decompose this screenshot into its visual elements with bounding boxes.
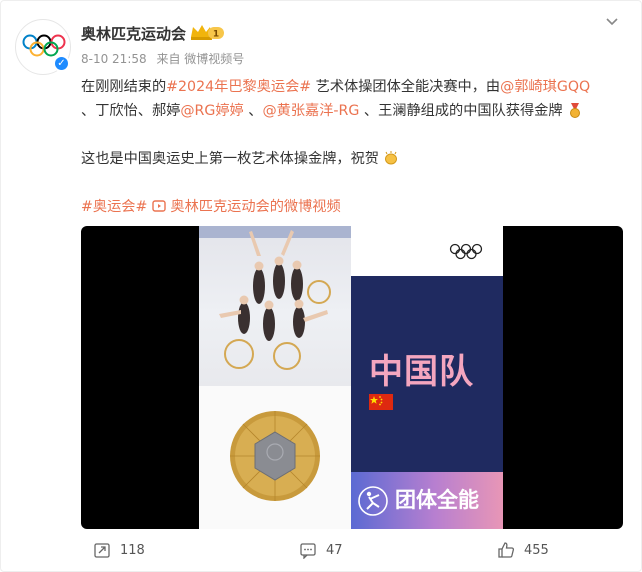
action-bar: 118 47 455 [1, 529, 642, 572]
china-flag-icon [369, 394, 393, 410]
video-team-panel: 中国队 [351, 276, 503, 472]
vip-crown-icon: 1 [191, 25, 224, 40]
olympic-rings-icon [449, 243, 483, 260]
like-count: 455 [524, 542, 549, 558]
repost-count: 118 [120, 542, 145, 558]
video-link-icon [152, 200, 166, 212]
gymnastics-photo [199, 226, 351, 386]
mention-link[interactable]: @黄张嘉洋-RG [262, 103, 359, 119]
weibo-post-card: ✓ 奥林匹克运动会 1 8-10 21:58 来自 微博视频号 在刚刚结束的#2… [0, 0, 642, 572]
repost-icon [94, 543, 110, 558]
video-right-panel: 中国队 团体全能 [351, 226, 503, 529]
mention-link[interactable]: @郭崎琪GQQ [500, 79, 590, 95]
author-name[interactable]: 奥林匹克运动会 [81, 23, 186, 44]
clap-icon [385, 151, 398, 165]
post-paragraph-2: 这也是中国奥运史上第一枚艺术体操金牌，祝贺 [81, 147, 626, 171]
mention-link[interactable]: @RG婷婷 [180, 103, 243, 119]
video-left-panel [199, 226, 351, 529]
post-meta: 8-10 21:58 来自 微博视频号 [81, 50, 250, 67]
comment-button[interactable]: 47 [299, 541, 343, 559]
text-segment: 这也是中国奥运史上第一枚艺术体操金牌，祝贺 [81, 151, 379, 167]
gymnastics-icon [358, 486, 388, 516]
video-event-text: 团体全能 [395, 488, 479, 512]
video-player[interactable]: 中国队 团体全能 [81, 226, 623, 529]
hashtag-link[interactable]: #奥运会# [81, 199, 147, 215]
video-team-text: 中国队 [369, 352, 474, 392]
video-link[interactable]: 奥林匹克运动会的微博视频 [152, 199, 341, 215]
comment-icon [300, 543, 316, 559]
text-segment: 、丁欣怡、郝婷 [81, 103, 181, 119]
text-segment: 、 [243, 103, 263, 119]
text-segment: 在刚刚结束的 [81, 79, 167, 95]
like-button[interactable]: 455 [497, 541, 549, 559]
gold-medal-image [199, 386, 351, 529]
more-menu-button[interactable] [603, 13, 621, 31]
post-content: 在刚刚结束的#2024年巴黎奥运会# 艺术体操团体全能决赛中，由@郭崎琪GQQ 、… [81, 75, 626, 219]
hashtag-link[interactable]: #2024年巴黎奥运会# [166, 79, 311, 95]
post-paragraph-1: 在刚刚结束的#2024年巴黎奥运会# 艺术体操团体全能决赛中，由@郭崎琪GQQ 、… [81, 75, 626, 123]
medal-icon [570, 103, 581, 118]
vip-level: 1 [213, 30, 219, 40]
video-event-panel: 团体全能 [351, 472, 503, 529]
more-chevron-icon [606, 18, 618, 26]
repost-button[interactable]: 118 [93, 541, 145, 559]
verified-icon: ✓ [53, 55, 70, 72]
text-segment: 、王澜静组成的中国队获得金牌 [359, 103, 563, 119]
comment-count: 47 [326, 542, 343, 558]
vip-badge[interactable]: 1 [189, 23, 225, 41]
like-icon [498, 542, 515, 558]
post-tags: #奥运会# 奥林匹克运动会的微博视频 [81, 195, 626, 219]
post-source: 来自 微博视频号 [156, 52, 245, 66]
video-link-label: 奥林匹克运动会的微博视频 [170, 199, 341, 215]
post-time[interactable]: 8-10 21:58 [81, 52, 147, 66]
text-segment: 艺术体操团体全能决赛中，由 [311, 79, 501, 95]
